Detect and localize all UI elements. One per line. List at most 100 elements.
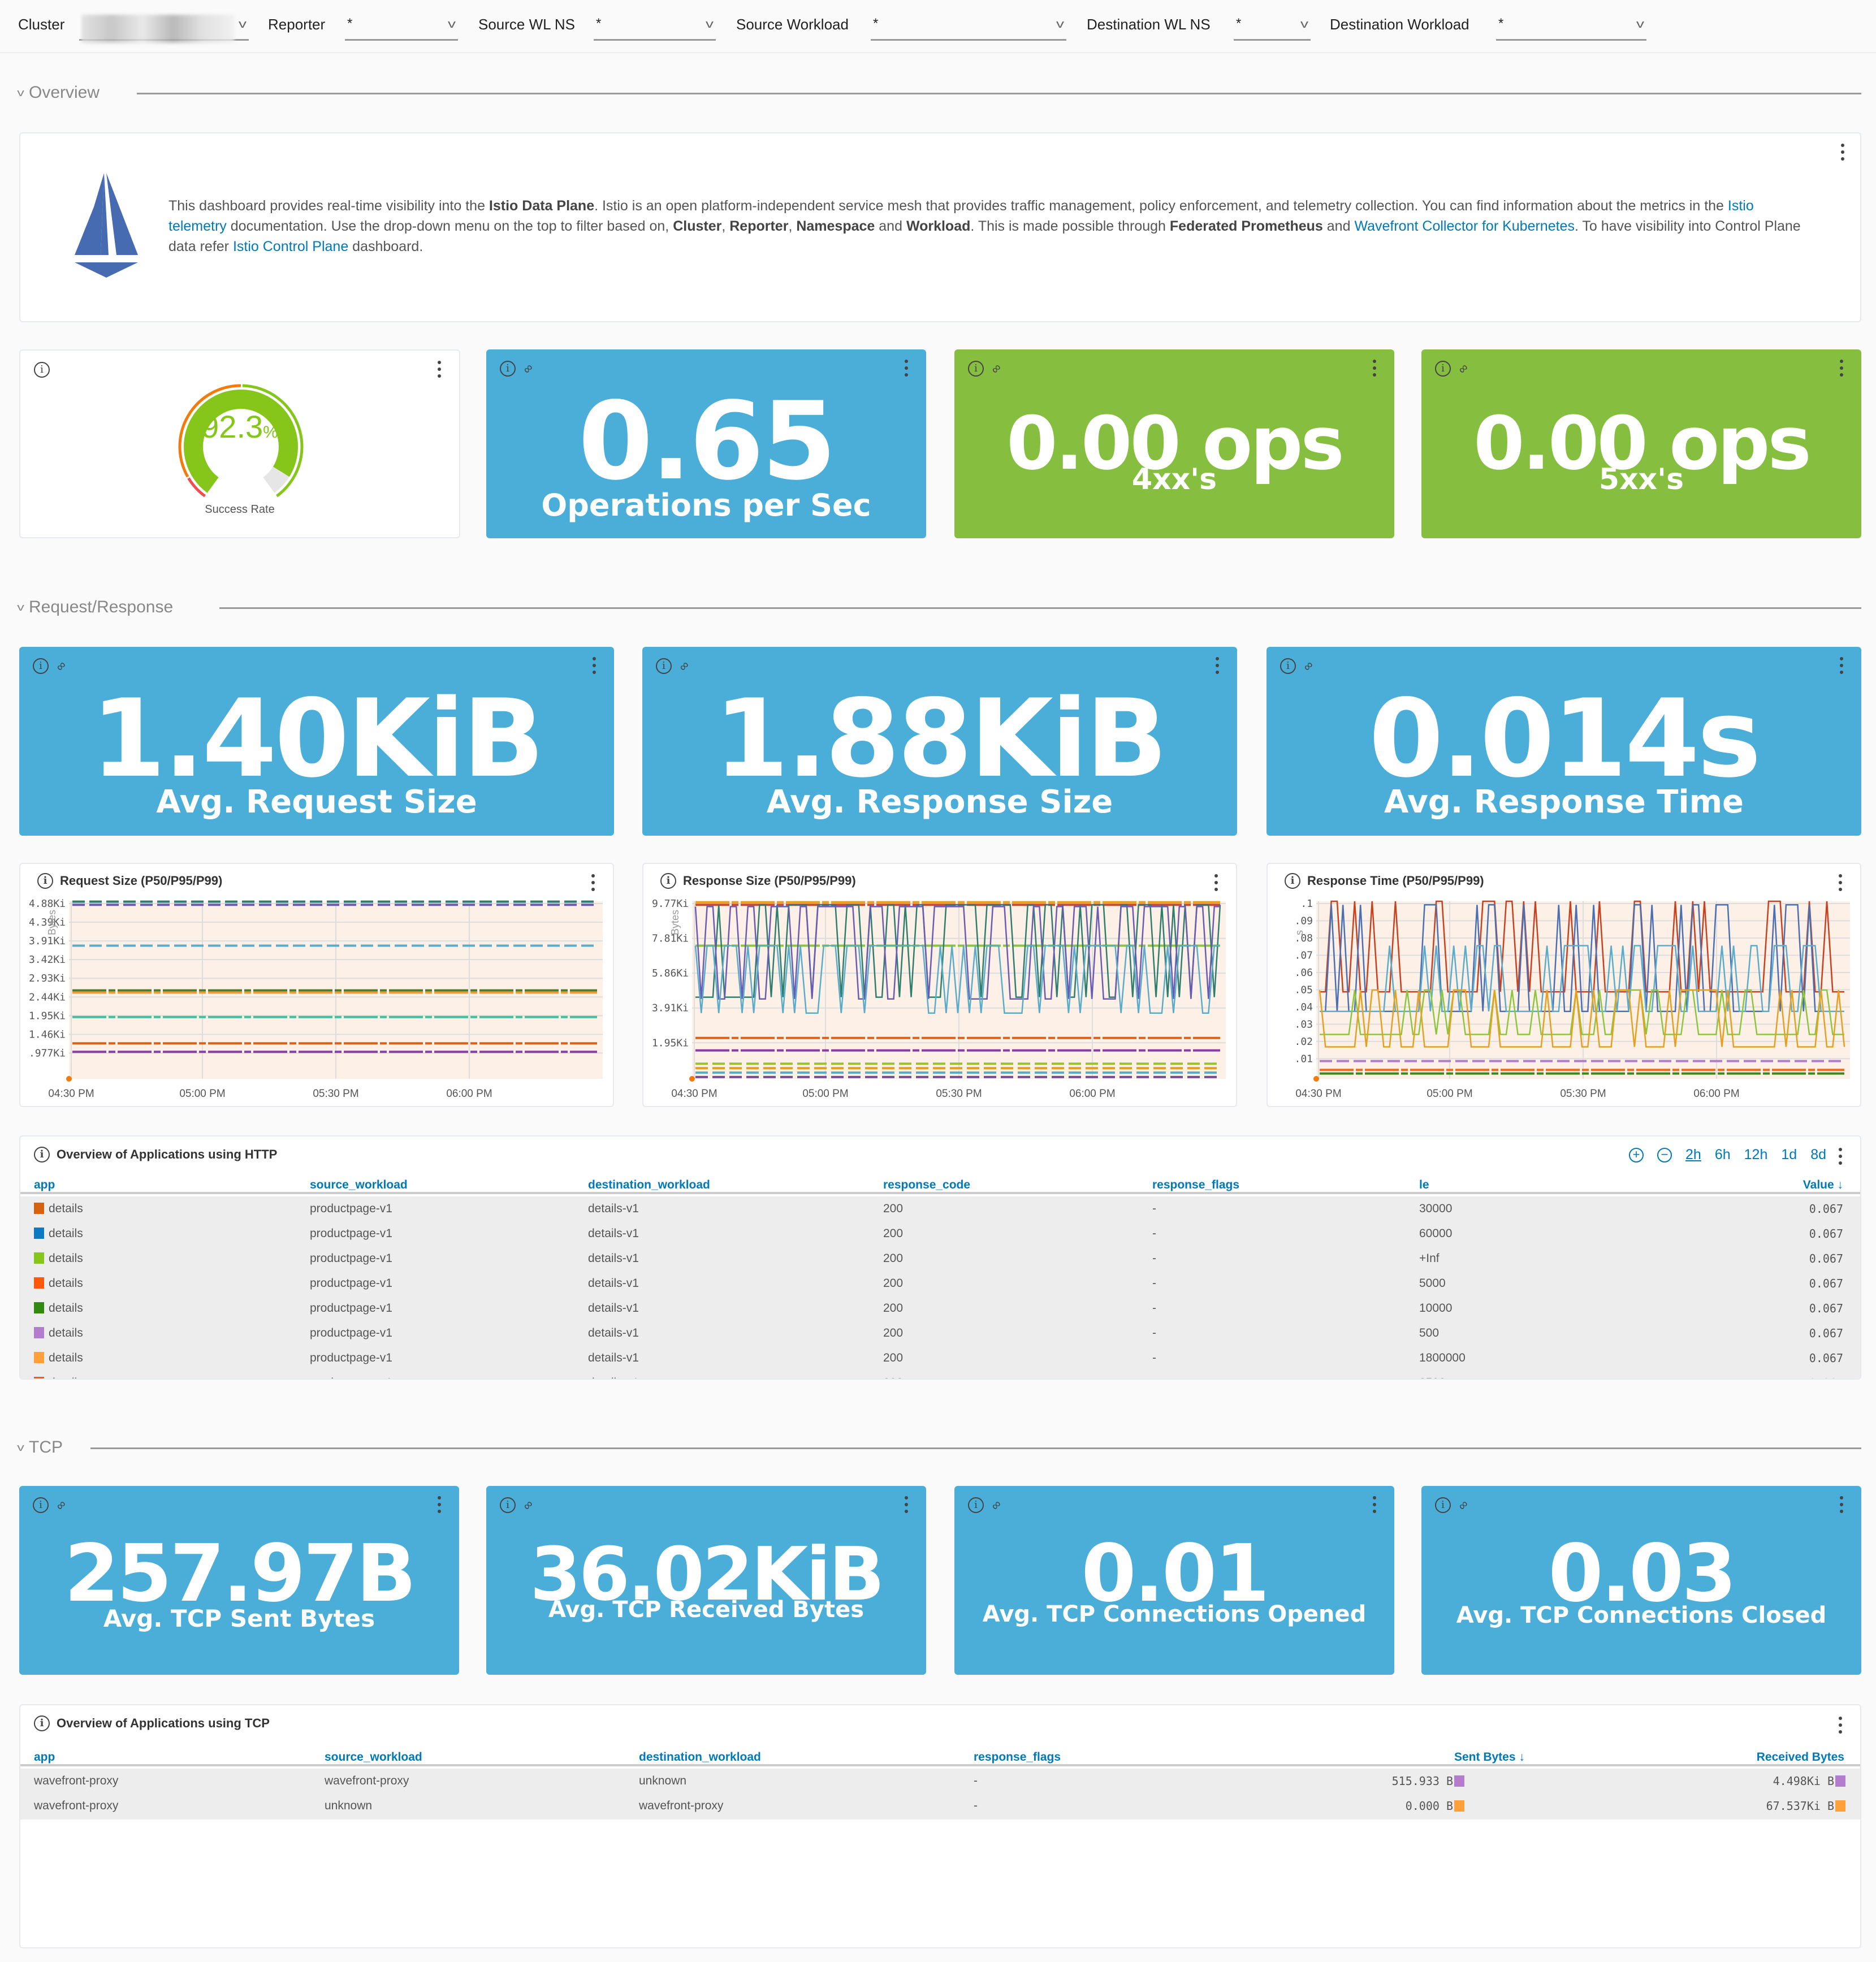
stat-label: 4xx's bbox=[1131, 463, 1217, 496]
more-options-icon[interactable] bbox=[1840, 657, 1844, 677]
info-icon[interactable]: i bbox=[34, 362, 50, 378]
info-icon[interactable]: i bbox=[34, 1715, 50, 1731]
column-header-destination-workload[interactable]: destination_workload bbox=[639, 1751, 761, 1764]
info-icon[interactable]: i bbox=[1435, 1497, 1451, 1513]
section-header-overview[interactable]: v Overview bbox=[17, 81, 1861, 104]
cell-app: details bbox=[34, 1302, 83, 1315]
range-12h[interactable]: 12h bbox=[1744, 1147, 1768, 1163]
info-icon[interactable]: i bbox=[500, 1497, 516, 1513]
table-row[interactable]: details productpage-v1 details-v1 200 - 10000… bbox=[20, 1296, 1860, 1321]
column-header-le[interactable]: le bbox=[1419, 1178, 1429, 1192]
table-row[interactable]: details productpage-v1 details-v1 200 - 500 0.… bbox=[20, 1321, 1860, 1346]
series-color-swatch bbox=[34, 1302, 44, 1313]
info-icon[interactable]: i bbox=[656, 658, 672, 674]
y-tick-label: 9.77Ki bbox=[652, 898, 689, 910]
cell-value: 0.067 bbox=[1809, 1326, 1843, 1340]
more-options-icon[interactable] bbox=[1216, 657, 1220, 677]
table-row[interactable]: wavefront-proxy unknown wavefront-proxy - 0.… bbox=[20, 1794, 1860, 1818]
source-workload-select[interactable]: * v bbox=[871, 15, 1066, 41]
filter-label: Cluster bbox=[18, 16, 65, 33]
info-icon[interactable]: i bbox=[968, 1497, 984, 1513]
cell-flags: - bbox=[1152, 1302, 1156, 1315]
section-header-request-response[interactable]: v Request/Response bbox=[17, 596, 1861, 619]
column-header-app[interactable]: app bbox=[34, 1178, 55, 1192]
more-options-icon[interactable] bbox=[1839, 1717, 1843, 1737]
info-icon[interactable]: i bbox=[33, 1497, 49, 1513]
more-options-icon[interactable] bbox=[1373, 360, 1377, 380]
card-icons: i ∞ bbox=[500, 1497, 536, 1513]
time-range-controls: + − 2h 6h 12h 1d 8d bbox=[1629, 1147, 1826, 1163]
column-header-response-flags[interactable]: response_flags bbox=[974, 1751, 1061, 1764]
info-icon[interactable]: i bbox=[1280, 658, 1296, 674]
range-2h[interactable]: 2h bbox=[1685, 1147, 1701, 1163]
series-color-swatch bbox=[34, 1203, 44, 1214]
section-header-tcp[interactable]: v TCP bbox=[17, 1436, 1861, 1459]
destination-wl-ns-select[interactable]: * v bbox=[1234, 15, 1311, 41]
wavefront-collector-link[interactable]: Wavefront Collector for Kubernetes bbox=[1354, 218, 1575, 234]
stat-label: Avg. Response Size bbox=[766, 784, 1113, 820]
table-row[interactable]: wavefront-proxy wavefront-proxy unknown - 51… bbox=[20, 1769, 1860, 1794]
reporter-select[interactable]: * v bbox=[345, 15, 458, 41]
cell-src: wavefront-proxy bbox=[325, 1774, 409, 1787]
link-icon[interactable]: ∞ bbox=[1455, 360, 1471, 377]
cell-received-bytes: 4.498Ki B bbox=[1773, 1774, 1845, 1788]
istio-control-plane-link[interactable]: Istio Control Plane bbox=[233, 239, 348, 254]
table-row[interactable]: details productpage-v1 details-v1 200 - 18000… bbox=[20, 1346, 1860, 1371]
cell-code: 200 bbox=[883, 1202, 904, 1215]
table-row[interactable]: details productpage-v1 details-v1 200 - +Inf 0… bbox=[20, 1246, 1860, 1271]
x-tick-label: 04:30 PM bbox=[1295, 1088, 1341, 1100]
more-options-icon[interactable] bbox=[1841, 144, 1845, 164]
link-icon[interactable]: ∞ bbox=[988, 360, 1004, 377]
info-icon[interactable]: i bbox=[968, 361, 984, 377]
line-chart[interactable]: .1.09.08.07.06.05.04.03.02.01s04:30 PM 05… bbox=[1268, 864, 1861, 1107]
cell-app: details bbox=[34, 1227, 83, 1241]
line-chart-card: i Response Size (P50/P95/P99) 9.77Ki 7.81Ki… bbox=[642, 863, 1237, 1107]
column-header-response-flags[interactable]: response_flags bbox=[1152, 1178, 1239, 1192]
stat-label: Avg. Request Size bbox=[156, 784, 477, 820]
column-header-source-workload[interactable]: source_workload bbox=[325, 1751, 422, 1764]
cell-le: 500 bbox=[1419, 1326, 1440, 1339]
table-row[interactable]: details productpage-v1 details-v1 200 - 5000 0… bbox=[20, 1271, 1860, 1296]
chevron-down-icon: v bbox=[448, 18, 456, 31]
range-1d[interactable]: 1d bbox=[1781, 1147, 1797, 1163]
column-header-value[interactable]: Value ↓ bbox=[1803, 1178, 1843, 1192]
more-options-icon[interactable] bbox=[438, 361, 442, 381]
y-axis-label: s bbox=[1294, 930, 1305, 935]
column-header-sent-bytes[interactable]: Sent Bytes ↓ bbox=[1454, 1751, 1525, 1764]
more-options-icon[interactable] bbox=[905, 1496, 909, 1516]
more-options-icon[interactable] bbox=[1373, 1496, 1377, 1516]
http-applications-table: i Overview of Applications using HTTP + … bbox=[19, 1135, 1861, 1380]
more-options-icon[interactable] bbox=[1839, 1148, 1843, 1168]
line-chart[interactable]: 9.77Ki7.81Ki5.86Ki3.91Ki1.95KiBytes04:30… bbox=[643, 864, 1237, 1107]
column-header-response-code[interactable]: response_code bbox=[883, 1178, 970, 1192]
column-header-app[interactable]: app bbox=[34, 1751, 55, 1764]
chevron-down-icon: v bbox=[17, 601, 24, 613]
more-options-icon[interactable] bbox=[1840, 360, 1844, 380]
source-wl-ns-select[interactable]: * v bbox=[594, 15, 716, 41]
info-icon[interactable]: i bbox=[1435, 361, 1451, 377]
column-header-source-workload[interactable]: source_workload bbox=[310, 1178, 408, 1192]
info-icon[interactable]: i bbox=[34, 1147, 50, 1162]
more-options-icon[interactable] bbox=[1840, 1496, 1844, 1516]
cluster-select[interactable]: v bbox=[79, 15, 249, 43]
more-options-icon[interactable] bbox=[593, 657, 597, 677]
range-8d[interactable]: 8d bbox=[1810, 1147, 1826, 1163]
info-icon[interactable]: i bbox=[500, 361, 516, 377]
range-6h[interactable]: 6h bbox=[1715, 1147, 1731, 1163]
column-header-received-bytes[interactable]: Received Bytes bbox=[1757, 1751, 1844, 1764]
zoom-out-icon[interactable]: − bbox=[1657, 1147, 1672, 1162]
more-options-icon[interactable] bbox=[438, 1496, 442, 1516]
line-chart[interactable]: 4.88Ki4.39Ki3.91Ki3.42Ki2.93Ki2.44Ki1.95… bbox=[20, 864, 614, 1107]
info-icon[interactable]: i bbox=[33, 658, 49, 674]
more-options-icon[interactable] bbox=[905, 360, 909, 380]
cell-dst: wavefront-proxy bbox=[639, 1799, 724, 1812]
destination-workload-select[interactable]: * v bbox=[1496, 15, 1646, 41]
zoom-in-icon[interactable]: + bbox=[1629, 1147, 1644, 1162]
column-header-destination-workload[interactable]: destination_workload bbox=[588, 1178, 710, 1192]
table-row[interactable]: details productpage-v1 details-v1 200 - 60000… bbox=[20, 1221, 1860, 1246]
cell-code: 200 bbox=[883, 1351, 904, 1364]
x-tick-label: 05:30 PM bbox=[1560, 1088, 1606, 1100]
table-row[interactable]: details productpage-v1 details-v1 200 - 30000… bbox=[20, 1196, 1860, 1221]
table-row[interactable]: details productpage-v1 details-v1 200 - 2500 0… bbox=[20, 1371, 1860, 1378]
table-body: wavefront-proxy wavefront-proxy unknown - 51… bbox=[20, 1769, 1860, 1820]
